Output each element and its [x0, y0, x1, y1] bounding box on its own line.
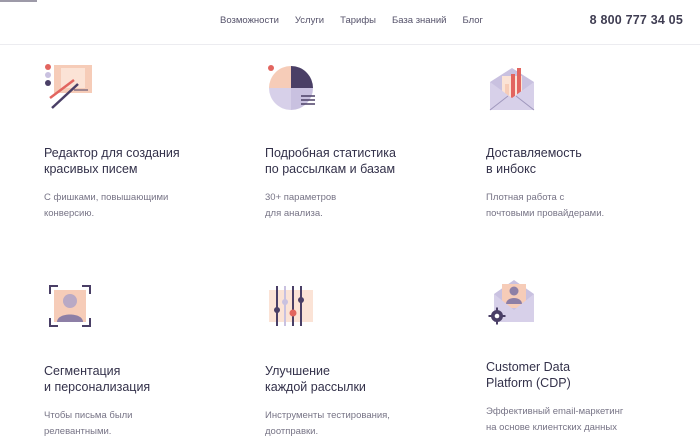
feature-title: Доставляемость в инбокс [486, 146, 582, 176]
main-nav: Возможности Услуги Тарифы База знаний Бл… [220, 15, 483, 26]
nav-item-blog[interactable]: Блог [462, 15, 483, 26]
sliders-icon [269, 286, 313, 326]
envelope-chart-icon [489, 68, 535, 111]
feature-description: С фишками, повышающими конверсию. [44, 192, 169, 219]
feature-card-improvement: Улучшение каждой рассылки Инструменты тес… [265, 280, 455, 440]
feature-title: Подробная статистика по рассылкам и базам [265, 146, 396, 176]
feature-title: Редактор для создания красивых писем [44, 146, 180, 176]
feature-description: 30+ параметров для анализа. [265, 192, 337, 219]
nav-item-knowledge-base[interactable]: База знаний [392, 15, 446, 26]
phone-number[interactable]: 8 800 777 34 05 [590, 13, 683, 27]
feature-title: Улучшение каждой рассылки [265, 364, 366, 394]
feature-title: Сегментация и персонализация [44, 364, 151, 394]
feature-description: Чтобы письма были релевантными. [44, 410, 133, 437]
feature-description: Плотная работа с почтовыми провайдерами. [486, 192, 605, 219]
feature-card-segmentation: Сегментация и персонализация Чтобы письма… [44, 280, 234, 440]
feature-description: Эффективный email-маркетинг на основе кли… [486, 406, 624, 433]
feature-description: Инструменты тестирования, доотправки. [265, 410, 390, 437]
envelope-user-gear-icon [488, 280, 534, 325]
feature-card-cdp: Customer Data Platform (CDP) Эффективный … [486, 276, 676, 436]
feature-card-editor: Редактор для создания красивых писем С фи… [44, 62, 234, 222]
feature-card-statistics: Подробная статистика по рассылкам и базам… [265, 62, 455, 222]
header: Возможности Услуги Тарифы База знаний Бл… [0, 0, 700, 45]
editor-palette-icon [45, 64, 92, 109]
feature-title: Customer Data Platform (CDP) [486, 360, 571, 390]
nav-item-features[interactable]: Возможности [220, 15, 279, 26]
feature-card-deliverability: Доставляемость в инбокс Плотная работа сп… [486, 62, 676, 222]
nav-item-pricing[interactable]: Тарифы [340, 15, 376, 26]
nav-item-services[interactable]: Услуги [295, 15, 324, 26]
pie-chart-icon [268, 65, 315, 110]
logo[interactable] [0, 0, 37, 2]
user-focus-icon [49, 285, 91, 327]
